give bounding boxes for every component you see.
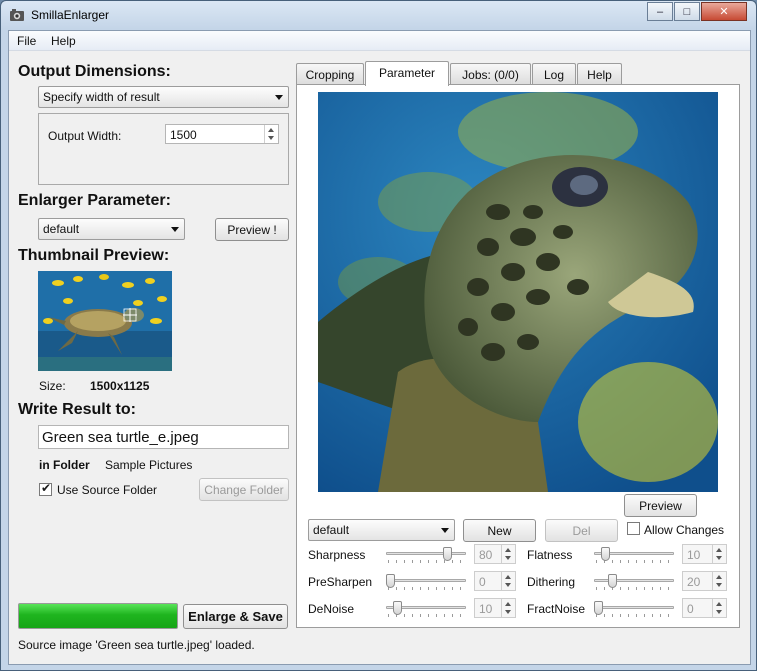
checkmark-icon: ✔ <box>41 481 52 495</box>
flatness-spinner[interactable]: 10 <box>682 544 727 564</box>
size-value: 1500x1125 <box>90 379 150 393</box>
output-mode-value: Specify width of result <box>43 90 160 104</box>
enlarge-save-button[interactable]: Enlarge & Save <box>183 604 288 629</box>
spinner-arrows[interactable] <box>264 125 278 143</box>
output-mode-select[interactable]: Specify width of result <box>38 86 289 108</box>
enlarger-parameter-heading: Enlarger Parameter: <box>18 192 171 209</box>
change-folder-button[interactable]: Change Folder <box>199 478 289 501</box>
minimize-button[interactable]: – <box>647 2 673 21</box>
thumbnail-preview-heading: Thumbnail Preview: <box>18 247 170 264</box>
use-source-folder-checkbox[interactable]: ✔ <box>39 481 52 496</box>
dithering-label: Dithering <box>527 575 576 589</box>
allow-changes-label: Allow Changes <box>644 523 725 537</box>
presharpen-spinner[interactable]: 0 <box>474 571 516 591</box>
dithering-slider[interactable] <box>594 571 674 591</box>
slider-thumb[interactable] <box>608 574 617 588</box>
tab-jobs[interactable]: Jobs: (0/0) <box>450 63 531 85</box>
use-source-folder-label: Use Source Folder <box>57 483 158 497</box>
preview-thumbnail-button[interactable]: Preview ! <box>215 218 289 241</box>
output-width-label: Output Width: <box>48 129 122 143</box>
dithering-value: 20 <box>687 575 701 589</box>
folder-value: Sample Pictures <box>105 458 193 472</box>
allow-changes-checkbox[interactable] <box>627 522 640 535</box>
sharpness-value: 80 <box>479 548 493 562</box>
write-result-heading: Write Result to: <box>18 401 136 418</box>
status-message: Source image 'Green sea turtle.jpeg' loa… <box>18 638 255 652</box>
app-window: SmillaEnlarger – □ ✕ File Help Output Di… <box>0 0 757 671</box>
folder-label: in Folder <box>39 458 90 472</box>
output-width-spinner[interactable]: 1500 <box>165 124 279 144</box>
thumbnail-turtle-image <box>38 271 172 371</box>
spinner-arrows[interactable] <box>501 599 515 617</box>
menu-file[interactable]: File <box>17 34 36 48</box>
maximize-button[interactable]: □ <box>674 2 700 21</box>
spinner-arrows[interactable] <box>712 572 726 590</box>
window-title: SmillaEnlarger <box>31 8 110 22</box>
output-dimensions-heading: Output Dimensions: <box>18 63 171 80</box>
enlarger-preset-value: default <box>43 222 80 236</box>
fractnoise-label: FractNoise <box>527 602 586 616</box>
size-label: Size: <box>39 379 66 393</box>
denoise-value: 10 <box>479 602 493 616</box>
thumbnail-image[interactable] <box>38 271 172 371</box>
denoise-slider[interactable] <box>386 598 466 618</box>
spinner-arrows[interactable] <box>501 572 515 590</box>
sharpness-label: Sharpness <box>308 548 366 562</box>
param-preset-select[interactable]: default <box>308 519 455 541</box>
enlarger-preset-select[interactable]: default <box>38 218 185 240</box>
output-width-value: 1500 <box>170 128 197 142</box>
denoise-spinner[interactable]: 10 <box>474 598 516 618</box>
spinner-arrows[interactable] <box>501 545 515 563</box>
menu-help[interactable]: Help <box>51 34 76 48</box>
preview-button[interactable]: Preview <box>624 494 697 517</box>
param-preset-value: default <box>313 523 350 537</box>
tab-cropping[interactable]: Cropping <box>296 63 364 85</box>
spinner-arrows[interactable] <box>712 599 726 617</box>
sharpness-spinner[interactable]: 80 <box>474 544 516 564</box>
slider-thumb[interactable] <box>594 601 603 615</box>
delete-preset-button[interactable]: Del <box>545 519 618 542</box>
presharpen-slider[interactable] <box>386 571 466 591</box>
flatness-value: 10 <box>687 548 701 562</box>
spinner-arrows[interactable] <box>712 545 726 563</box>
preview-turtle-image <box>318 92 718 492</box>
dithering-spinner[interactable]: 20 <box>682 571 727 591</box>
fractnoise-slider[interactable] <box>594 598 674 618</box>
slider-thumb[interactable] <box>386 574 395 588</box>
output-width-panel: Output Width: 1500 <box>38 113 289 185</box>
slider-thumb[interactable] <box>393 601 402 615</box>
fractnoise-spinner[interactable]: 0 <box>682 598 727 618</box>
slider-thumb[interactable] <box>443 547 452 561</box>
parameter-tab-pane: Preview default New Del Allow Changes Sh… <box>296 84 740 628</box>
output-filename-field[interactable]: Green sea turtle_e.jpeg <box>38 425 289 449</box>
denoise-label: DeNoise <box>308 602 355 616</box>
slider-thumb[interactable] <box>601 547 610 561</box>
tab-log[interactable]: Log <box>532 63 576 85</box>
presharpen-value: 0 <box>479 575 486 589</box>
presharpen-label: PreSharpen <box>308 575 373 589</box>
flatness-label: Flatness <box>527 548 573 562</box>
enlarge-progress-bar <box>18 603 178 629</box>
fractnoise-value: 0 <box>687 602 694 616</box>
close-button[interactable]: ✕ <box>701 2 747 21</box>
menu-bar: File Help <box>9 31 750 51</box>
chevron-down-icon <box>171 227 179 232</box>
preview-image[interactable] <box>318 92 718 492</box>
new-preset-button[interactable]: New <box>463 519 536 542</box>
client-area: File Help Output Dimensions: Specify wid… <box>8 30 751 665</box>
app-icon <box>10 9 24 21</box>
sharpness-slider[interactable] <box>386 544 466 564</box>
tab-help[interactable]: Help <box>577 63 622 85</box>
flatness-slider[interactable] <box>594 544 674 564</box>
title-bar[interactable]: SmillaEnlarger – □ ✕ <box>1 1 756 30</box>
chevron-down-icon <box>441 528 449 533</box>
tab-parameter[interactable]: Parameter <box>365 61 449 86</box>
chevron-down-icon <box>275 95 283 100</box>
